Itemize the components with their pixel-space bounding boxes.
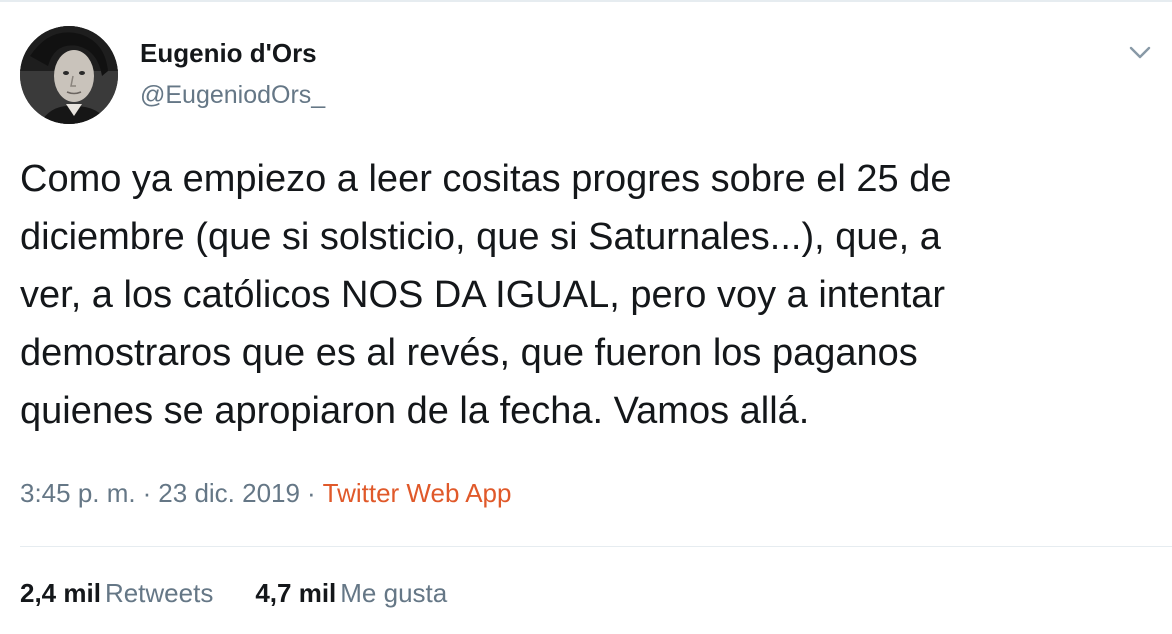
tweet-text: Como ya empiezo a leer cositas progres s… bbox=[20, 150, 1150, 440]
retweets-stat[interactable]: 2,4 mil Retweets bbox=[20, 576, 213, 610]
avatar[interactable] bbox=[20, 26, 118, 124]
likes-stat[interactable]: 4,7 mil Me gusta bbox=[255, 576, 447, 610]
likes-label: Me gusta bbox=[340, 578, 448, 608]
tweet-time[interactable]: 3:45 p. m. bbox=[20, 478, 136, 508]
top-border bbox=[0, 0, 1172, 2]
meta-separator: · bbox=[306, 478, 316, 508]
tweet-text-line: ver, a los católicos NOS DA IGUAL, pero … bbox=[20, 274, 946, 316]
tweet-meta: 3:45 p. m. · 23 dic. 2019 · Twitter Web App bbox=[20, 476, 511, 510]
author-display-name[interactable]: Eugenio d'Ors bbox=[140, 38, 317, 68]
tweet-text-line: demostraros que es al revés, que fueron … bbox=[20, 332, 918, 374]
meta-separator: · bbox=[142, 478, 152, 508]
divider bbox=[20, 546, 1172, 547]
chevron-down-icon bbox=[1129, 46, 1151, 59]
tweet-text-line: diciembre (que si solsticio, que si Satu… bbox=[20, 216, 941, 258]
tweet-text-line: Como ya empiezo a leer cositas progres s… bbox=[20, 158, 952, 200]
tweet-menu-button[interactable] bbox=[1122, 34, 1158, 70]
retweets-label: Retweets bbox=[104, 578, 214, 608]
tweet-stats: 2,4 mil Retweets 4,7 mil Me gusta bbox=[20, 576, 447, 610]
tweet-source-link[interactable]: Twitter Web App bbox=[323, 478, 512, 508]
avatar-portrait bbox=[20, 26, 118, 124]
tweet-date[interactable]: 23 dic. 2019 bbox=[158, 478, 300, 508]
likes-count: 4,7 mil bbox=[255, 578, 337, 608]
tweet-text-line: quienes se apropiaron de la fecha. Vamos… bbox=[20, 390, 810, 432]
author-handle[interactable]: @EugeniodOrs_ bbox=[140, 80, 325, 110]
retweets-count: 2,4 mil bbox=[20, 578, 101, 608]
